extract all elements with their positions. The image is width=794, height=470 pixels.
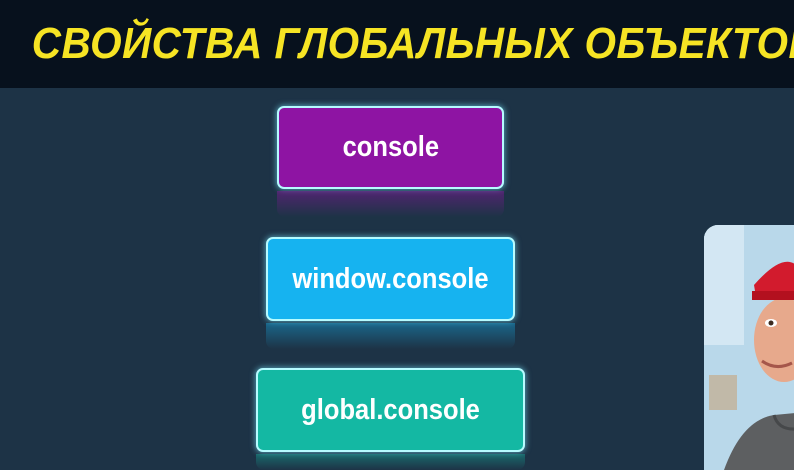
console-label: console <box>342 131 439 163</box>
global-console-box: global.console <box>256 368 525 452</box>
window-console-box: window.console <box>266 237 515 321</box>
global-console-box-reflection <box>256 454 525 470</box>
window-console-box-reflection <box>266 323 515 349</box>
window-console-label: window.console <box>292 262 489 295</box>
global-console-label: global.console <box>301 393 480 426</box>
slide-title: СВОЙСТВА ГЛОБАЛЬНЫХ ОБЪЕКТОВ <box>31 19 794 68</box>
console-box: console <box>277 106 504 189</box>
presenter-video <box>704 225 794 470</box>
console-box-reflection <box>277 191 504 217</box>
presenter-image <box>704 225 794 470</box>
